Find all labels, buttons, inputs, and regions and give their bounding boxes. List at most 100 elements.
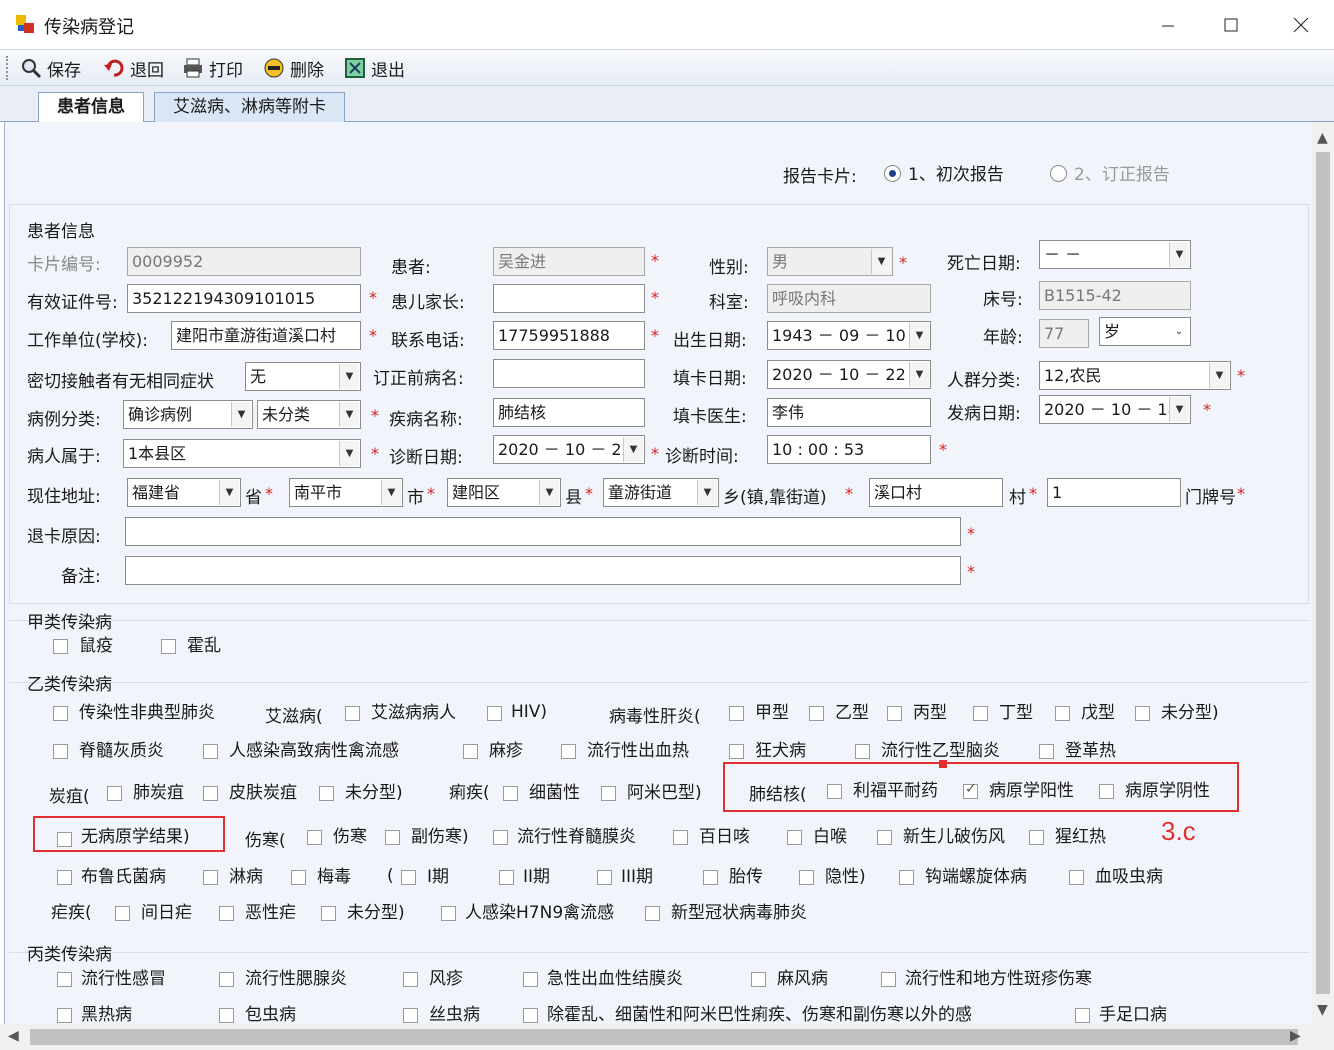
birth-date-picker[interactable]: 1943 － 09 － 10 ▼ (767, 321, 931, 350)
hep-b-checkbox[interactable] (809, 706, 824, 721)
contact-symptom-select[interactable]: 无 ▼ (245, 362, 361, 391)
exit-button[interactable]: 退出 (344, 54, 405, 82)
door-number-field[interactable]: 1 (1047, 478, 1181, 507)
diagnosis-time-field[interactable]: 10 : 00 : 53 (767, 435, 931, 464)
death-date-picker[interactable]: － － ▼ (1039, 240, 1191, 269)
disease-name-field[interactable]: 肺结核 (493, 398, 645, 427)
card-no-field[interactable]: 0009952 (127, 247, 361, 276)
return-reason-field[interactable] (125, 517, 961, 546)
kala-azar-checkbox[interactable] (57, 1008, 72, 1023)
leptospirosis-checkbox[interactable] (899, 870, 914, 885)
tab-aids-card[interactable]: 艾滋病、淋病等附卡 (154, 92, 345, 122)
cholera-checkbox[interactable] (161, 639, 176, 654)
maximize-button[interactable] (1198, 0, 1264, 50)
syphilis-latent-checkbox[interactable] (799, 870, 814, 885)
case-class-select[interactable]: 确诊病例 ▼ (123, 400, 253, 429)
syphilis-stage1-checkbox[interactable] (401, 870, 416, 885)
hep-d-checkbox[interactable] (973, 706, 988, 721)
filariasis-checkbox[interactable] (403, 1008, 418, 1023)
bed-field[interactable]: B1515-42 (1039, 281, 1191, 310)
rabies-checkbox[interactable] (729, 744, 744, 759)
infectious-diarrhea-checkbox[interactable] (523, 1008, 538, 1023)
fill-date-picker[interactable]: 2020 － 10 － 22 ▼ (767, 360, 931, 389)
vertical-scroll-thumb[interactable] (1316, 152, 1330, 994)
polio-checkbox[interactable] (53, 744, 68, 759)
crowd-select[interactable]: 12,农民 ▼ (1039, 361, 1231, 390)
dept-field[interactable]: 呼吸内科 (767, 284, 931, 313)
h5n1-checkbox[interactable] (203, 744, 218, 759)
id-number-field[interactable]: 352122194309101015 (127, 284, 361, 313)
onset-date-picker[interactable]: 2020 － 10 － 18 ▼ (1039, 395, 1191, 424)
h7n9-checkbox[interactable] (441, 906, 456, 921)
phone-field[interactable]: 17759951888 (493, 321, 645, 350)
typhoid-checkbox[interactable] (307, 830, 322, 845)
hfmd-checkbox[interactable] (1075, 1008, 1090, 1023)
anthrax-unclassified-checkbox[interactable] (319, 786, 334, 801)
age-unit-select[interactable]: 岁 ⌄ (1099, 317, 1191, 346)
print-button[interactable]: 打印 (182, 54, 243, 82)
jbe-checkbox[interactable] (855, 744, 870, 759)
scroll-down-icon[interactable]: ▼ (1317, 1002, 1328, 1018)
malaria-vivax-checkbox[interactable] (115, 906, 130, 921)
covid-checkbox[interactable] (645, 906, 660, 921)
malaria-unclassified-checkbox[interactable] (321, 906, 336, 921)
diphtheria-checkbox[interactable] (787, 830, 802, 845)
rubella-checkbox[interactable] (403, 972, 418, 987)
patient-name-field[interactable]: 吴金进 (493, 247, 645, 276)
dengue-checkbox[interactable] (1039, 744, 1054, 759)
plague-checkbox[interactable] (53, 639, 68, 654)
hfrs-checkbox[interactable] (561, 744, 576, 759)
scarlet-fever-checkbox[interactable] (1029, 830, 1044, 845)
anthrax-skin-checkbox[interactable] (203, 786, 218, 801)
hep-unclassified-checkbox[interactable] (1135, 706, 1150, 721)
age-field[interactable]: 77 (1039, 319, 1089, 348)
hep-e-checkbox[interactable] (1055, 706, 1070, 721)
case-subclass-select[interactable]: 未分类 ▼ (257, 400, 361, 429)
malaria-falciparum-checkbox[interactable] (219, 906, 234, 921)
sars-checkbox[interactable] (53, 706, 68, 721)
work-unit-field[interactable]: 建阳市童游街道溪口村 (171, 321, 361, 350)
brucellosis-checkbox[interactable] (57, 870, 72, 885)
province-select[interactable]: 福建省 ▼ (127, 478, 241, 507)
county-select[interactable]: 建阳区 ▼ (447, 478, 561, 507)
belong-select[interactable]: 1本县区 ▼ (123, 439, 361, 468)
hep-a-checkbox[interactable] (729, 706, 744, 721)
back-button[interactable]: 退回 (103, 54, 164, 82)
syphilis-fetal-checkbox[interactable] (703, 870, 718, 885)
scroll-right-icon[interactable]: ▶ (1290, 1028, 1301, 1044)
vertical-scrollbar[interactable]: ▲ ▼ (1312, 122, 1334, 1024)
horizontal-scroll-thumb[interactable] (30, 1029, 1298, 1045)
gonorrhea-checkbox[interactable] (203, 870, 218, 885)
diagnosis-date-picker[interactable]: 2020 － 10 － 22 ▼ (493, 435, 645, 464)
mumps-checkbox[interactable] (219, 972, 234, 987)
guardian-field[interactable] (493, 284, 645, 313)
measles-checkbox[interactable] (463, 744, 478, 759)
city-select[interactable]: 南平市 ▼ (289, 478, 403, 507)
paratyphoid-checkbox[interactable] (385, 830, 400, 845)
tab-patient-info[interactable]: 患者信息 (38, 92, 144, 123)
scroll-left-icon[interactable]: ◀ (8, 1028, 19, 1044)
dysentery-bacterial-checkbox[interactable] (503, 786, 518, 801)
influenza-checkbox[interactable] (57, 972, 72, 987)
dysentery-amoeba-checkbox[interactable] (601, 786, 616, 801)
typhus-checkbox[interactable] (881, 972, 896, 987)
save-button[interactable]: 保存 (20, 54, 81, 82)
meningitis-checkbox[interactable] (493, 830, 508, 845)
scroll-up-icon[interactable]: ▲ (1317, 130, 1328, 146)
neonatal-tetanus-checkbox[interactable] (877, 830, 892, 845)
hep-c-checkbox[interactable] (887, 706, 902, 721)
doctor-field[interactable]: 李伟 (767, 398, 931, 427)
hiv-checkbox[interactable] (487, 706, 502, 721)
sex-select[interactable]: 男 ▼ (767, 247, 893, 276)
report-initial-radio[interactable] (884, 165, 901, 182)
pertussis-checkbox[interactable] (673, 830, 688, 845)
aids-patient-checkbox[interactable] (345, 706, 360, 721)
town-select[interactable]: 童游街道 ▼ (603, 478, 719, 507)
remark-field[interactable] (125, 556, 961, 585)
syphilis-stage2-checkbox[interactable] (499, 870, 514, 885)
horizontal-scrollbar[interactable]: ◀ ▶ (0, 1024, 1334, 1050)
echinococcosis-checkbox[interactable] (219, 1008, 234, 1023)
toolbar-grip[interactable] (6, 56, 9, 80)
schistosomiasis-checkbox[interactable] (1069, 870, 1084, 885)
leprosy-checkbox[interactable] (751, 972, 766, 987)
